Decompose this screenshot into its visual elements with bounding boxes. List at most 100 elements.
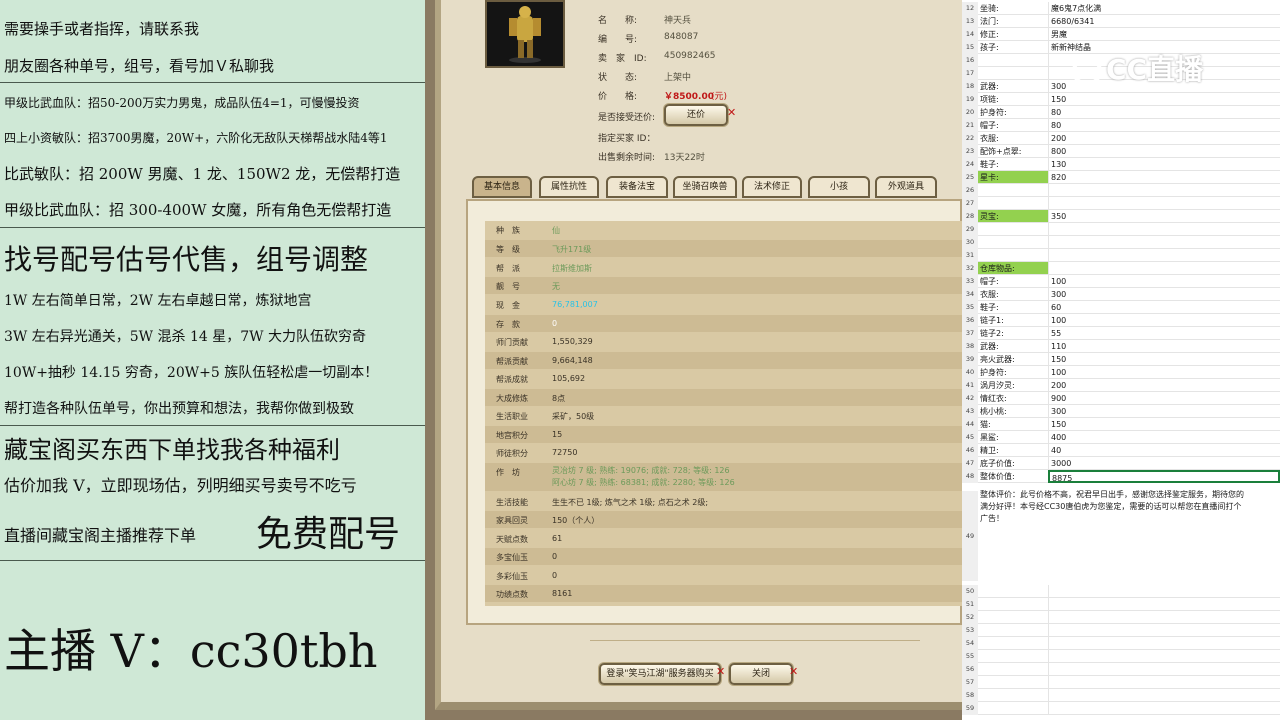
sheet-cell[interactable]: 整体价值: xyxy=(978,470,1048,483)
sheet-cell[interactable]: 护身符: xyxy=(978,366,1048,379)
sheet-cell[interactable]: 40 xyxy=(1048,444,1280,457)
sheet-cell[interactable] xyxy=(1048,249,1280,262)
sheet-cell[interactable]: 130 xyxy=(1048,158,1280,171)
sheet-cell[interactable] xyxy=(1048,676,1280,689)
sheet-cell[interactable]: 猫: xyxy=(978,418,1048,431)
sheet-cell[interactable] xyxy=(978,663,1048,676)
sheet-cell[interactable]: 100 xyxy=(1048,314,1280,327)
sheet-cell[interactable]: 衣服: xyxy=(978,132,1048,145)
sheet-cell[interactable] xyxy=(978,236,1048,249)
sheet-cell[interactable]: 亮火武器: xyxy=(978,353,1048,366)
sheet-cell[interactable]: 帽子: xyxy=(978,119,1048,132)
tab-children[interactable]: 小孩 xyxy=(808,176,870,198)
close-button[interactable]: 关闭 xyxy=(729,663,793,685)
sheet-cell[interactable]: 黑鲨: xyxy=(978,431,1048,444)
tab-attributes[interactable]: 属性抗性 xyxy=(539,176,599,198)
sheet-cell[interactable]: 涡月汐灵: xyxy=(978,379,1048,392)
sheet-cell[interactable]: 孩子: xyxy=(978,41,1048,54)
sheet-cell[interactable]: 衣服: xyxy=(978,288,1048,301)
sheet-cell[interactable] xyxy=(978,676,1048,689)
sheet-cell[interactable]: 200 xyxy=(1048,379,1280,392)
sheet-cell[interactable]: 项链: xyxy=(978,93,1048,106)
sheet-cell[interactable]: 60 xyxy=(1048,301,1280,314)
sheet-cell[interactable]: 底子价值: xyxy=(978,457,1048,470)
sheet-cell[interactable] xyxy=(1048,637,1280,650)
sheet-cell[interactable]: 200 xyxy=(1048,132,1280,145)
sheet-cell[interactable] xyxy=(1048,611,1280,624)
sheet-cell[interactable] xyxy=(978,54,1048,67)
sheet-cell[interactable]: 武器: xyxy=(978,80,1048,93)
sheet-cell[interactable] xyxy=(1048,184,1280,197)
sheet-cell[interactable]: 武器: xyxy=(978,340,1048,353)
sheet-cell[interactable]: 配饰+点翠: xyxy=(978,145,1048,158)
sheet-cell[interactable]: 鞋子: xyxy=(978,301,1048,314)
sheet-cell[interactable] xyxy=(978,67,1048,80)
sheet-cell[interactable]: 900 xyxy=(1048,392,1280,405)
sheet-cell[interactable]: 修正: xyxy=(978,28,1048,41)
sheet-cell[interactable] xyxy=(978,689,1048,702)
sheet-cell[interactable]: 法门: xyxy=(978,15,1048,28)
sheet-cell[interactable]: 400 xyxy=(1048,431,1280,444)
sheet-cell[interactable]: 链子1: xyxy=(978,314,1048,327)
sheet-cell[interactable] xyxy=(1048,689,1280,702)
sheet-cell[interactable]: 80 xyxy=(1048,119,1280,132)
bargain-button[interactable]: 还价 xyxy=(664,104,728,126)
sheet-cell[interactable]: 灵宝: xyxy=(978,210,1048,223)
sheet-cell[interactable]: 150 xyxy=(1048,418,1280,431)
sheet-cell[interactable]: 桃小桃: xyxy=(978,405,1048,418)
sheet-cell[interactable]: 8875 xyxy=(1048,470,1280,483)
sheet-cell[interactable]: 150 xyxy=(1048,353,1280,366)
sheet-cell[interactable]: 魔6鬼7点化满 xyxy=(1048,2,1280,15)
sheet-cell[interactable] xyxy=(978,197,1048,210)
sheet-cell[interactable] xyxy=(1048,650,1280,663)
tab-equipment[interactable]: 装备法宝 xyxy=(606,176,668,198)
sheet-cell[interactable]: 110 xyxy=(1048,340,1280,353)
sheet-cell[interactable]: 300 xyxy=(1048,405,1280,418)
sheet-cell[interactable] xyxy=(978,611,1048,624)
sheet-cell[interactable] xyxy=(1048,236,1280,249)
sheet-cell[interactable] xyxy=(978,249,1048,262)
sheet-cell[interactable]: 情红衣: xyxy=(978,392,1048,405)
sheet-cell[interactable] xyxy=(1048,197,1280,210)
sheet-cell[interactable]: 星卡: xyxy=(978,171,1048,184)
sheet-cell[interactable]: 链子2: xyxy=(978,327,1048,340)
sheet-cell[interactable] xyxy=(978,637,1048,650)
sheet-cell[interactable]: 帽子: xyxy=(978,275,1048,288)
sheet-cell[interactable]: 3000 xyxy=(1048,457,1280,470)
login-buy-button[interactable]: 登录"笑马江湖"服务器购买 xyxy=(599,663,721,685)
tab-appearance[interactable]: 外观道具 xyxy=(875,176,937,198)
sheet-cell[interactable]: 护身符: xyxy=(978,106,1048,119)
sheet-cell[interactable]: 820 xyxy=(1048,171,1280,184)
sheet-cell[interactable] xyxy=(978,624,1048,637)
sheet-cell[interactable] xyxy=(1048,702,1280,715)
sheet-cell[interactable]: 精卫: xyxy=(978,444,1048,457)
sheet-cell[interactable]: 6680/6341 xyxy=(1048,15,1280,28)
sheet-cell[interactable]: 800 xyxy=(1048,145,1280,158)
sheet-cell[interactable] xyxy=(1048,585,1280,598)
sheet-cell[interactable] xyxy=(1048,663,1280,676)
sheet-cell[interactable]: 100 xyxy=(1048,275,1280,288)
sheet-cell[interactable] xyxy=(978,184,1048,197)
sheet-cell[interactable]: 55 xyxy=(1048,327,1280,340)
sheet-cell[interactable] xyxy=(1048,262,1280,275)
appraisal-comment[interactable]: 整体评价：此号价格不高，祝君早日出手，感谢您选择鉴定服务，期待您的 满分好评！本… xyxy=(980,489,1280,525)
sheet-cell[interactable] xyxy=(978,650,1048,663)
sheet-cell[interactable] xyxy=(978,585,1048,598)
sheet-cell[interactable]: 鞋子: xyxy=(978,158,1048,171)
sheet-cell[interactable]: 150 xyxy=(1048,93,1280,106)
tab-basic-info[interactable]: 基本信息 xyxy=(472,176,532,198)
sheet-cell[interactable] xyxy=(978,702,1048,715)
tab-mounts-pets[interactable]: 坐骑召唤兽 xyxy=(673,176,737,198)
tab-spell-correction[interactable]: 法术修正 xyxy=(742,176,802,198)
sheet-cell[interactable]: 仓库物品: xyxy=(978,262,1048,275)
sheet-cell[interactable] xyxy=(1048,598,1280,611)
sheet-cell[interactable] xyxy=(978,598,1048,611)
sheet-cell[interactable]: 坐骑: xyxy=(978,2,1048,15)
sheet-cell[interactable]: 男魔 xyxy=(1048,28,1280,41)
sheet-cell[interactable] xyxy=(1048,223,1280,236)
sheet-cell[interactable]: 350 xyxy=(1048,210,1280,223)
sheet-cell[interactable]: 300 xyxy=(1048,288,1280,301)
sheet-cell[interactable] xyxy=(978,223,1048,236)
sheet-cell[interactable] xyxy=(1048,624,1280,637)
sheet-cell[interactable]: 80 xyxy=(1048,106,1280,119)
